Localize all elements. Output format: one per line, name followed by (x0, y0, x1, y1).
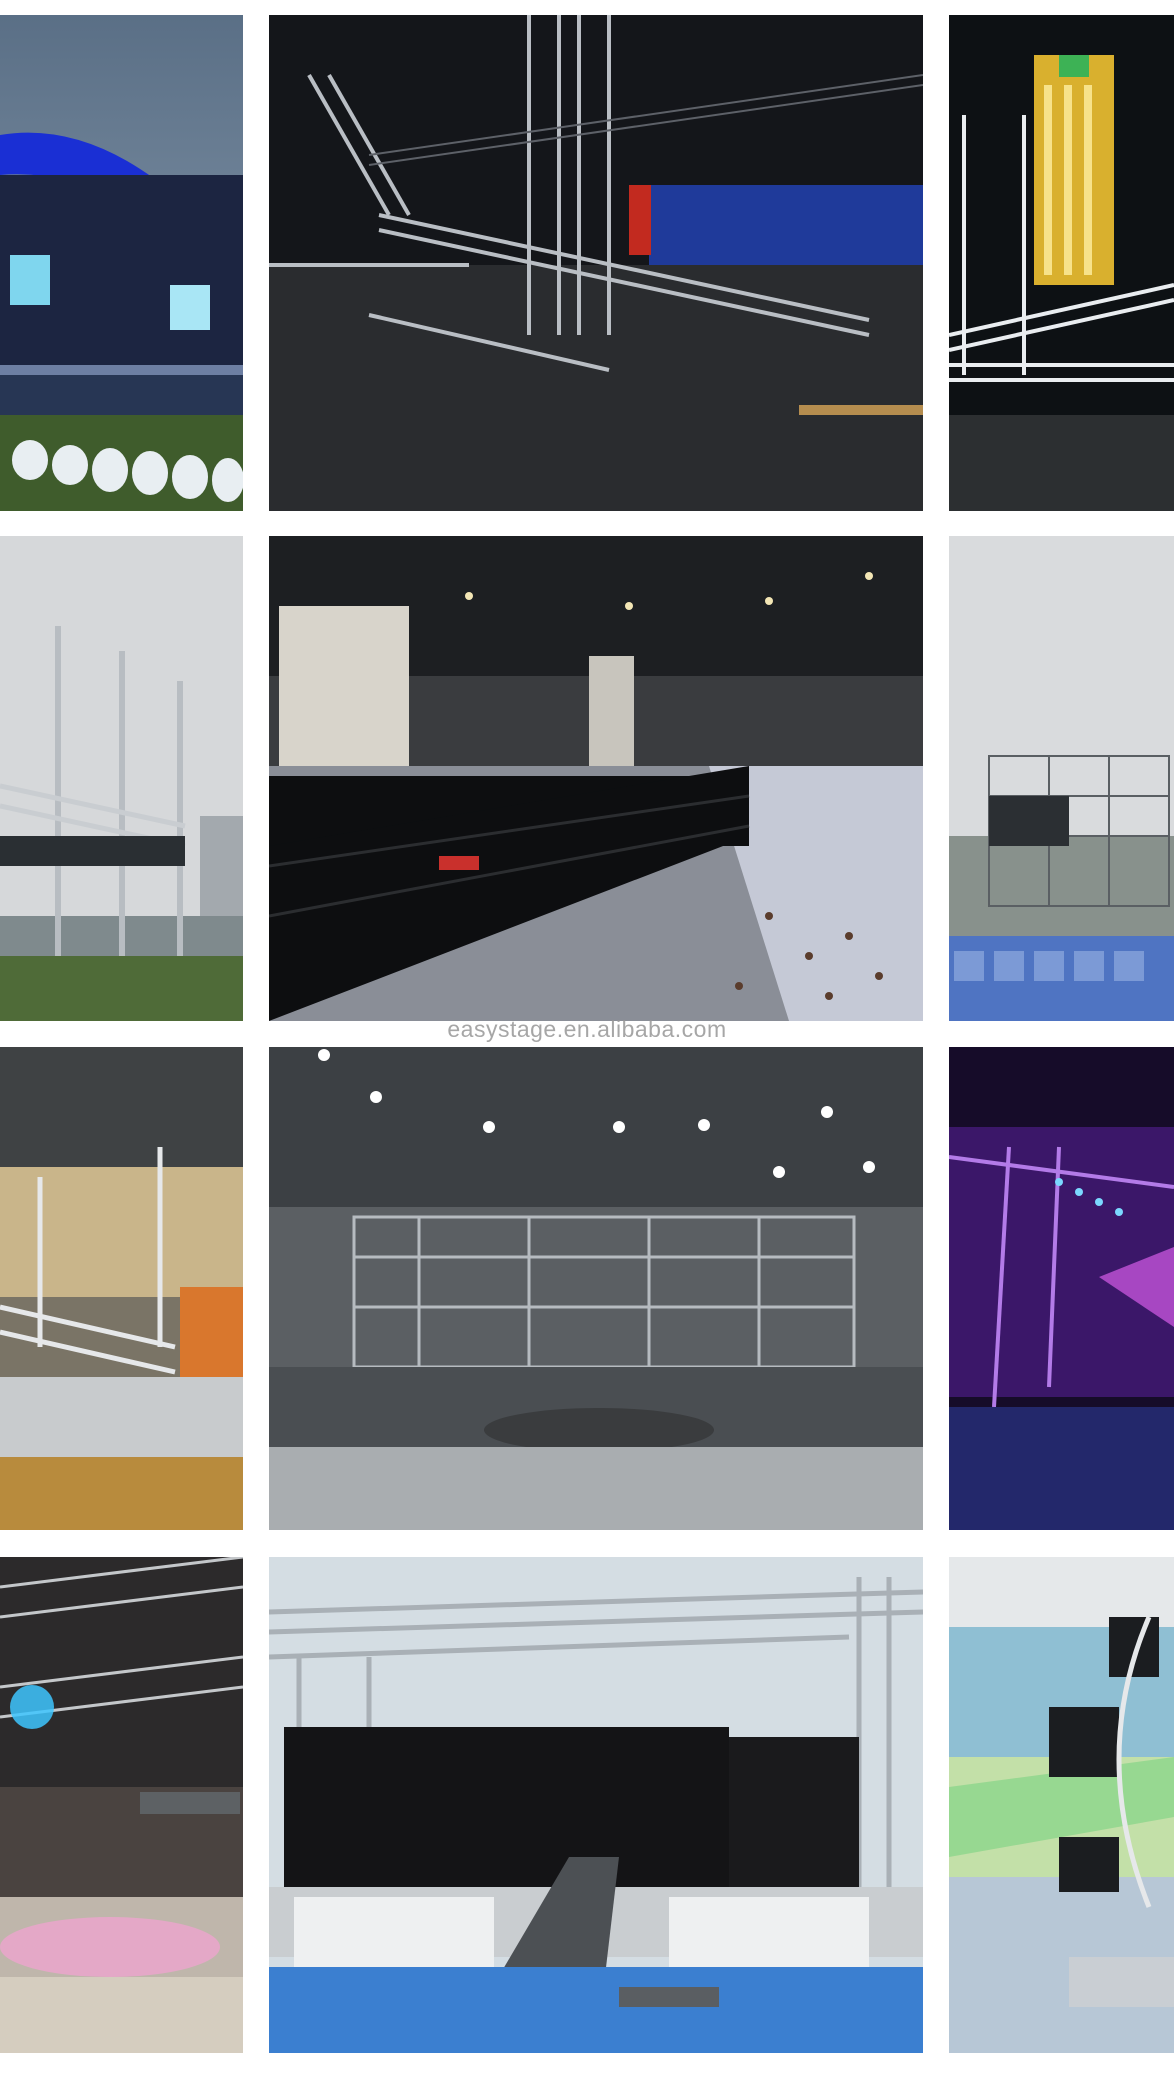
purple-concert-stage-photo (949, 1047, 1174, 1530)
outdoor-truss-towers-photo (0, 536, 243, 1021)
photo-grid (0, 0, 1174, 2088)
banquet-hall-lighting-photo (0, 1557, 243, 2053)
arena-round-stage-photo (269, 1047, 923, 1530)
exhibition-hall-truss-photo (269, 536, 923, 1021)
gym-stage-platforms-photo (0, 1047, 243, 1530)
outdoor-stage-blue-roof-photo (0, 15, 243, 511)
outdoor-runway-truss-photo (269, 1557, 923, 2053)
night-city-truss-photo (949, 15, 1174, 511)
outdoor-stage-scaffold-photo (949, 536, 1174, 1021)
moving-head-lights-photo (949, 1557, 1174, 2053)
truss-ramp-night-photo (269, 15, 923, 511)
